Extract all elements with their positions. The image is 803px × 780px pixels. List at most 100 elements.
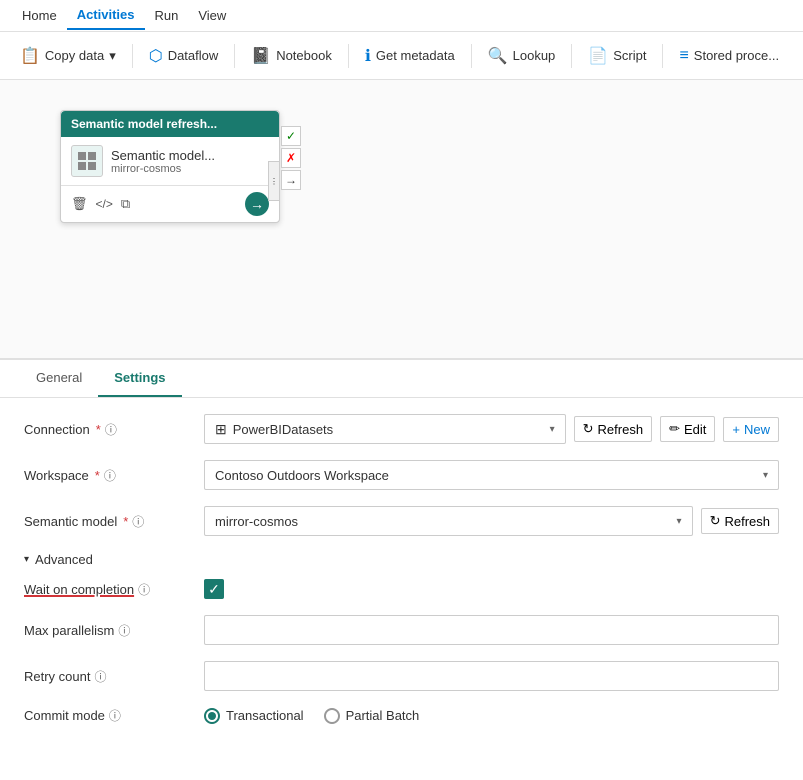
connection-info-icon[interactable]: ⓘ (105, 421, 117, 438)
wait-on-completion-row: Wait on completion ⓘ ✓ (24, 579, 779, 599)
advanced-row: ▾ Advanced (24, 552, 779, 567)
radio-transactional-inner (208, 712, 216, 720)
copy-data-label: Copy data (45, 48, 104, 63)
semantic-model-value: mirror-cosmos (215, 514, 298, 529)
wait-checkbox-control: ✓ (204, 579, 779, 599)
notebook-label: Notebook (276, 48, 332, 63)
get-metadata-label: Get metadata (376, 48, 455, 63)
radio-transactional-label: Transactional (226, 708, 304, 723)
bottom-panel: General Settings Connection * ⓘ ⊞ PowerB… (0, 360, 803, 780)
workspace-row: Workspace * ⓘ Contoso Outdoors Workspace… (24, 460, 779, 490)
semantic-model-chevron-icon: ▾ (677, 516, 682, 527)
lookup-button[interactable]: 🔍 Lookup (480, 42, 564, 70)
max-parallelism-row: Max parallelism ⓘ (24, 615, 779, 645)
get-metadata-button[interactable]: ℹ Get metadata (357, 42, 463, 70)
retry-count-control (204, 661, 779, 691)
nav-activities[interactable]: Activities (67, 1, 145, 30)
copy-data-button[interactable]: 📋 Copy data ▾ (12, 42, 124, 70)
wait-checkbox[interactable]: ✓ (204, 579, 224, 599)
dropdown-arrow-icon: ▾ (109, 48, 116, 64)
commit-mode-control: Transactional Partial Batch (204, 708, 779, 724)
retry-count-info-icon[interactable]: ⓘ (94, 668, 106, 685)
commit-mode-label: Commit mode ⓘ (24, 707, 204, 724)
semantic-model-refresh-icon: ↻ (710, 513, 721, 529)
commit-mode-info-icon[interactable]: ⓘ (109, 707, 121, 724)
dataflow-button[interactable]: ⬡ Dataflow (141, 42, 227, 70)
radio-partial-batch[interactable]: Partial Batch (324, 708, 420, 724)
connection-select[interactable]: ⊞ PowerBIDatasets ▾ (204, 414, 566, 444)
nav-run[interactable]: Run (145, 2, 189, 29)
node-side-check[interactable]: ✓ (281, 126, 301, 146)
retry-count-input[interactable] (204, 661, 779, 691)
semantic-model-select[interactable]: mirror-cosmos ▾ (204, 506, 693, 536)
connection-value: PowerBIDatasets (233, 422, 333, 437)
tab-settings[interactable]: Settings (98, 360, 181, 397)
retry-count-label: Retry count ⓘ (24, 668, 204, 685)
radio-partial-batch-outer (324, 708, 340, 724)
workspace-info-icon[interactable]: ⓘ (104, 467, 116, 484)
activity-node[interactable]: Semantic model refresh... Semantic model… (60, 110, 280, 223)
activity-node-footer: 🗑 </> ⧉ → (61, 186, 279, 222)
toolbar-divider-3 (348, 44, 349, 68)
copy-data-icon: 📋 (20, 46, 40, 66)
copy-icon[interactable]: ⧉ (121, 196, 130, 212)
wait-info-icon[interactable]: ⓘ (138, 581, 150, 598)
max-parallelism-info-icon[interactable]: ⓘ (118, 622, 130, 639)
semantic-model-refresh-button[interactable]: ↻ Refresh (701, 508, 779, 534)
script-button[interactable]: 📄 Script (580, 42, 654, 70)
connection-row: Connection * ⓘ ⊞ PowerBIDatasets ▾ ↻ Ref… (24, 414, 779, 444)
connection-refresh-button[interactable]: ↻ Refresh (574, 416, 652, 442)
radio-transactional[interactable]: Transactional (204, 708, 304, 724)
semantic-model-control: mirror-cosmos ▾ ↻ Refresh (204, 506, 779, 536)
connection-select-inner: ⊞ PowerBIDatasets (215, 421, 333, 438)
code-icon[interactable]: </> (96, 197, 113, 211)
advanced-toggle[interactable]: ▾ Advanced (24, 552, 93, 567)
connection-chevron-icon: ▾ (550, 424, 555, 435)
node-side-x[interactable]: ✗ (281, 148, 301, 168)
workspace-select[interactable]: Contoso Outdoors Workspace ▾ (204, 460, 779, 490)
script-label: Script (613, 48, 646, 63)
semantic-model-required: * (123, 514, 128, 529)
tab-general[interactable]: General (20, 360, 98, 397)
lookup-icon: 🔍 (488, 46, 508, 66)
wait-on-completion-text: Wait on completion (24, 582, 134, 597)
connection-edit-button[interactable]: ✏ Edit (660, 416, 715, 442)
arrow-right-icon[interactable]: → (245, 192, 269, 216)
nav-home[interactable]: Home (12, 2, 67, 29)
node-side-arrow[interactable]: → (281, 170, 301, 190)
toolbar-divider-6 (662, 44, 663, 68)
workspace-control: Contoso Outdoors Workspace ▾ (204, 460, 779, 490)
toolbar-divider-2 (234, 44, 235, 68)
workspace-label: Workspace * ⓘ (24, 467, 204, 484)
advanced-label: Advanced (35, 552, 93, 567)
resize-handle[interactable]: ⋮ (268, 161, 280, 201)
toolbar-divider-4 (471, 44, 472, 68)
toolbar-divider-5 (571, 44, 572, 68)
workspace-required: * (95, 468, 100, 483)
dataflow-icon: ⬡ (149, 46, 163, 66)
delete-icon[interactable]: 🗑 (71, 196, 88, 212)
activity-subtitle: mirror-cosmos (111, 163, 215, 175)
radio-transactional-outer (204, 708, 220, 724)
workspace-chevron-icon: ▾ (763, 470, 768, 481)
connection-new-label: New (744, 422, 770, 437)
semantic-model-info-icon[interactable]: ⓘ (132, 513, 144, 530)
stored-proc-button[interactable]: ≡ Stored proce... (671, 43, 787, 69)
connection-edit-label: Edit (684, 422, 706, 437)
script-icon: 📄 (588, 46, 608, 66)
retry-count-row: Retry count ⓘ (24, 661, 779, 691)
max-parallelism-input[interactable] (204, 615, 779, 645)
connection-new-icon: + (732, 422, 740, 437)
semantic-model-row: Semantic model * ⓘ mirror-cosmos ▾ ↻ Ref… (24, 506, 779, 536)
toolbar: 📋 Copy data ▾ ⬡ Dataflow 📓 Notebook ℹ Ge… (0, 32, 803, 80)
connection-refresh-icon: ↻ (583, 421, 594, 437)
activity-node-icon (71, 145, 103, 177)
lookup-label: Lookup (513, 48, 556, 63)
notebook-button[interactable]: 📓 Notebook (243, 42, 340, 70)
nav-view[interactable]: View (188, 2, 236, 29)
stored-proc-icon: ≡ (679, 47, 688, 65)
settings-form: Connection * ⓘ ⊞ PowerBIDatasets ▾ ↻ Ref… (0, 398, 803, 756)
semantic-model-refresh-label: Refresh (724, 514, 770, 529)
connection-new-button[interactable]: + New (723, 417, 779, 442)
toolbar-divider-1 (132, 44, 133, 68)
